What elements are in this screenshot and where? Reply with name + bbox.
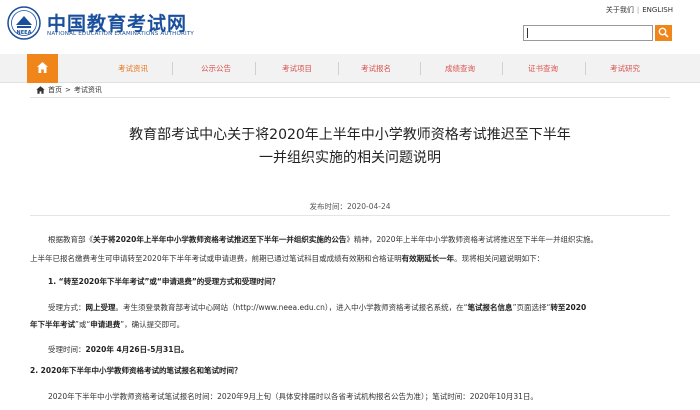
method-page-name: 笔试报名信息 <box>467 303 513 312</box>
nav-divider <box>502 62 503 75</box>
notice-text-a: 上半年已报名缴费考生可申请转至2020年下半年考试或申请退费，前期已通过笔试科目… <box>30 254 402 263</box>
top-links: 关于我们 | ENGLISH <box>606 5 673 15</box>
method-text: 。考生须登录教育部考试中心网站（http://www.neea.edu.cn），… <box>115 303 468 312</box>
nav-divider <box>420 62 421 75</box>
search-button[interactable] <box>655 25 672 41</box>
article-title-line2: 一并组织实施的相关问题说明 <box>259 150 441 166</box>
breadcrumb-separator: > <box>65 86 71 94</box>
search-icon <box>658 27 669 38</box>
article-title: 教育部考试中心关于将2020年上半年中小学教师资格考试推迟至下半年 一并组织实施… <box>0 124 700 170</box>
method-text-2: ”页面选择“ <box>512 303 551 312</box>
notice-highlight: 有效期延长一年 <box>401 254 455 263</box>
section-1-time: 受理时间：2020年 4月26日-5月31日。 <box>48 344 188 355</box>
intro-text-c: 》精神，2020年上半年中小学教师资格考试将推迟至下半年一并组织实施。 <box>346 235 598 244</box>
section-1-heading: 1. “转至2020年下半年考试”或“申请退费”的受理方式和受理时间？ <box>48 277 280 286</box>
time-label: 受理时间： <box>48 345 86 354</box>
breadcrumb-divider <box>30 97 670 98</box>
nav-home-button[interactable] <box>27 54 58 83</box>
nav-item-announcements[interactable]: 公示公告 <box>186 54 246 83</box>
section-2-heading: 2. 2020年下半年中小学教师资格考试的笔试报名和笔试时间？ <box>30 366 242 375</box>
method-option-refund: 申请退费 <box>90 320 121 329</box>
site-logo-subtitle: NATIONAL EDUCATION EXAMINATIONS AUTHORIT… <box>47 31 194 37</box>
nav-item-certificate-inquiry[interactable]: 证书查询 <box>513 54 573 83</box>
publish-date: 2020-04-24 <box>346 202 391 211</box>
notice-text-c: 。现将相关问题说明如下： <box>454 254 545 263</box>
breadcrumb-home-link[interactable]: 首页 <box>48 85 62 95</box>
method-label: 受理方式： <box>48 303 86 312</box>
text-caret <box>527 28 528 38</box>
nav-item-exam-research[interactable]: 考试研究 <box>595 54 655 83</box>
announcement-title: 关于将2020年上半年中小学教师资格考试推迟至下半年一并组织实施的公告 <box>93 235 347 244</box>
home-icon <box>37 62 48 73</box>
method-online: 网上受理 <box>85 303 116 312</box>
publish-time: 发布时间：2020-04-24 <box>0 201 700 212</box>
nav-item-exam-programs[interactable]: 考试项目 <box>267 54 327 83</box>
nav-divider <box>172 62 173 75</box>
main-nav: 考试资讯 公示公告 考试项目 考试报名 成绩查询 证书查询 考试研究 <box>0 54 700 83</box>
english-link[interactable]: ENGLISH <box>642 6 673 14</box>
article-title-line1: 教育部考试中心关于将2020年上半年中小学教师资格考试推迟至下半年 <box>129 127 571 143</box>
link-separator: | <box>636 6 640 14</box>
nav-item-registration[interactable]: 考试报名 <box>346 54 406 83</box>
time-value: 2020年 4月26日-5月31日。 <box>85 345 189 354</box>
nav-divider <box>338 62 339 75</box>
method-or: ”或“ <box>75 320 91 329</box>
method-option-transfer-cont: 年下半年考试 <box>30 320 75 329</box>
paragraph-intro: 根据教育部《关于将2020年上半年中小学教师资格考试推迟至下半年一并组织实施的公… <box>48 234 598 245</box>
publish-divider <box>30 215 670 216</box>
neea-emblem-icon[interactable]: NEEA <box>7 6 41 40</box>
breadcrumb-home-icon <box>36 86 45 94</box>
breadcrumb: 首页 > 考试资讯 <box>36 84 102 96</box>
intro-text-a: 根据教育部《 <box>48 235 93 244</box>
about-us-link[interactable]: 关于我们 <box>606 6 634 14</box>
publish-time-label: 发布时间： <box>309 202 347 211</box>
search-input[interactable] <box>523 25 653 41</box>
nav-divider <box>255 62 256 75</box>
section-2-text: 2020年下半年中小学教师资格考试笔试报名时间：2020年9月上旬（具体安排届时… <box>48 392 538 401</box>
section-1-method-cont: 年下半年考试”或“申请退费”，确认提交即可。 <box>30 319 184 330</box>
nav-divider <box>585 62 586 75</box>
breadcrumb-current-link[interactable]: 考试资讯 <box>74 85 102 95</box>
paragraph-notice: 上半年已报名缴费考生可申请转至2020年下半年考试或申请退费，前期已通过笔试科目… <box>30 253 544 264</box>
section-1-method: 受理方式：网上受理。考生须登录教育部考试中心网站（http://www.neea… <box>48 302 586 313</box>
method-option-transfer: 转至2020 <box>550 303 587 312</box>
method-confirm: ”，确认提交即可。 <box>120 320 185 329</box>
svg-text:NEEA: NEEA <box>17 30 32 36</box>
nav-item-exam-news[interactable]: 考试资讯 <box>103 54 163 83</box>
site-header: NEEA 中国教育考试网 NATIONAL EDUCATION EXAMINAT… <box>0 0 700 48</box>
nav-item-score-inquiry[interactable]: 成绩查询 <box>430 54 490 83</box>
